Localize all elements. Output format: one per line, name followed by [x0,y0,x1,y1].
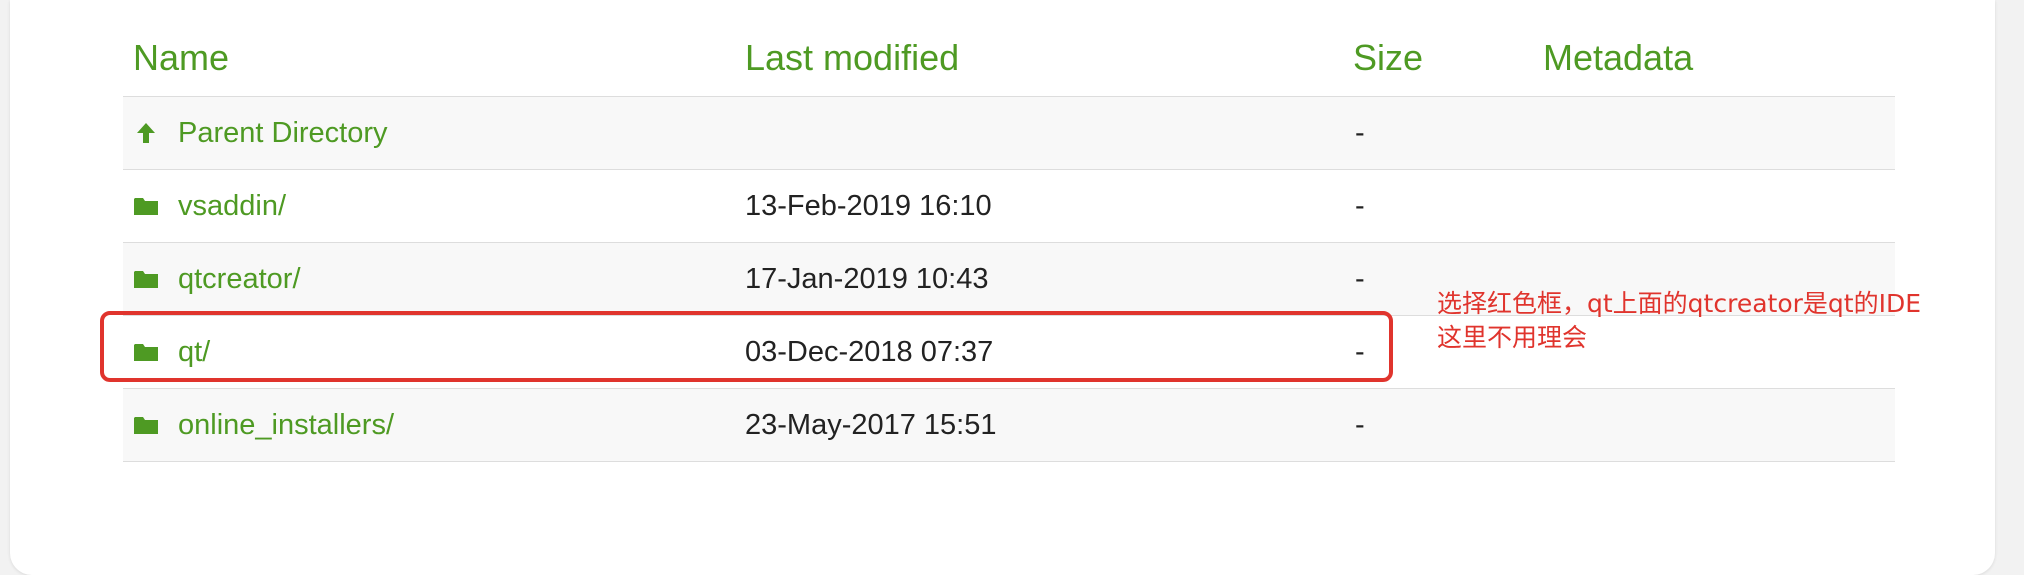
table-row: online_installers/ 23-May-2017 15:51 - [123,389,1895,462]
row-size: - [1355,117,1365,149]
folder-link-qtcreator[interactable]: qtcreator/ [178,261,301,297]
annotation-line-1: 选择红色框，qt上面的qtcreator是qt的IDE [1437,289,1921,318]
folder-link-vsaddin[interactable]: vsaddin/ [178,188,286,224]
annotation-line-2: 这里不用理会 [1437,323,1588,352]
row-last-modified: 13-Feb-2019 16:10 [745,190,992,222]
column-header-metadata[interactable]: Metadata [1543,36,1693,80]
annotation-note: 选择红色框，qt上面的qtcreator是qt的IDE 这里不用理会 [1437,287,1921,355]
folder-icon [134,198,158,215]
row-size: - [1355,409,1365,441]
up-arrow-icon [137,123,155,143]
folder-icon [134,417,158,434]
row-size: - [1355,263,1365,295]
column-header-last-modified[interactable]: Last modified [745,36,959,80]
table-row: vsaddin/ 13-Feb-2019 16:10 - [123,170,1895,243]
row-size: - [1355,190,1365,222]
red-highlight-box [100,311,1393,382]
parent-directory-link[interactable]: Parent Directory [178,115,388,151]
folder-icon [134,271,158,288]
row-last-modified: 23-May-2017 15:51 [745,409,997,441]
row-last-modified: 17-Jan-2019 10:43 [745,263,989,295]
table-row: Parent Directory - [123,97,1895,170]
table-header: Name Last modified Size Metadata [123,24,1895,97]
column-header-size[interactable]: Size [1353,36,1423,80]
column-header-name[interactable]: Name [133,36,229,80]
folder-link-online-installers[interactable]: online_installers/ [178,407,394,443]
directory-table: Name Last modified Size Metadata Parent … [123,24,1895,462]
